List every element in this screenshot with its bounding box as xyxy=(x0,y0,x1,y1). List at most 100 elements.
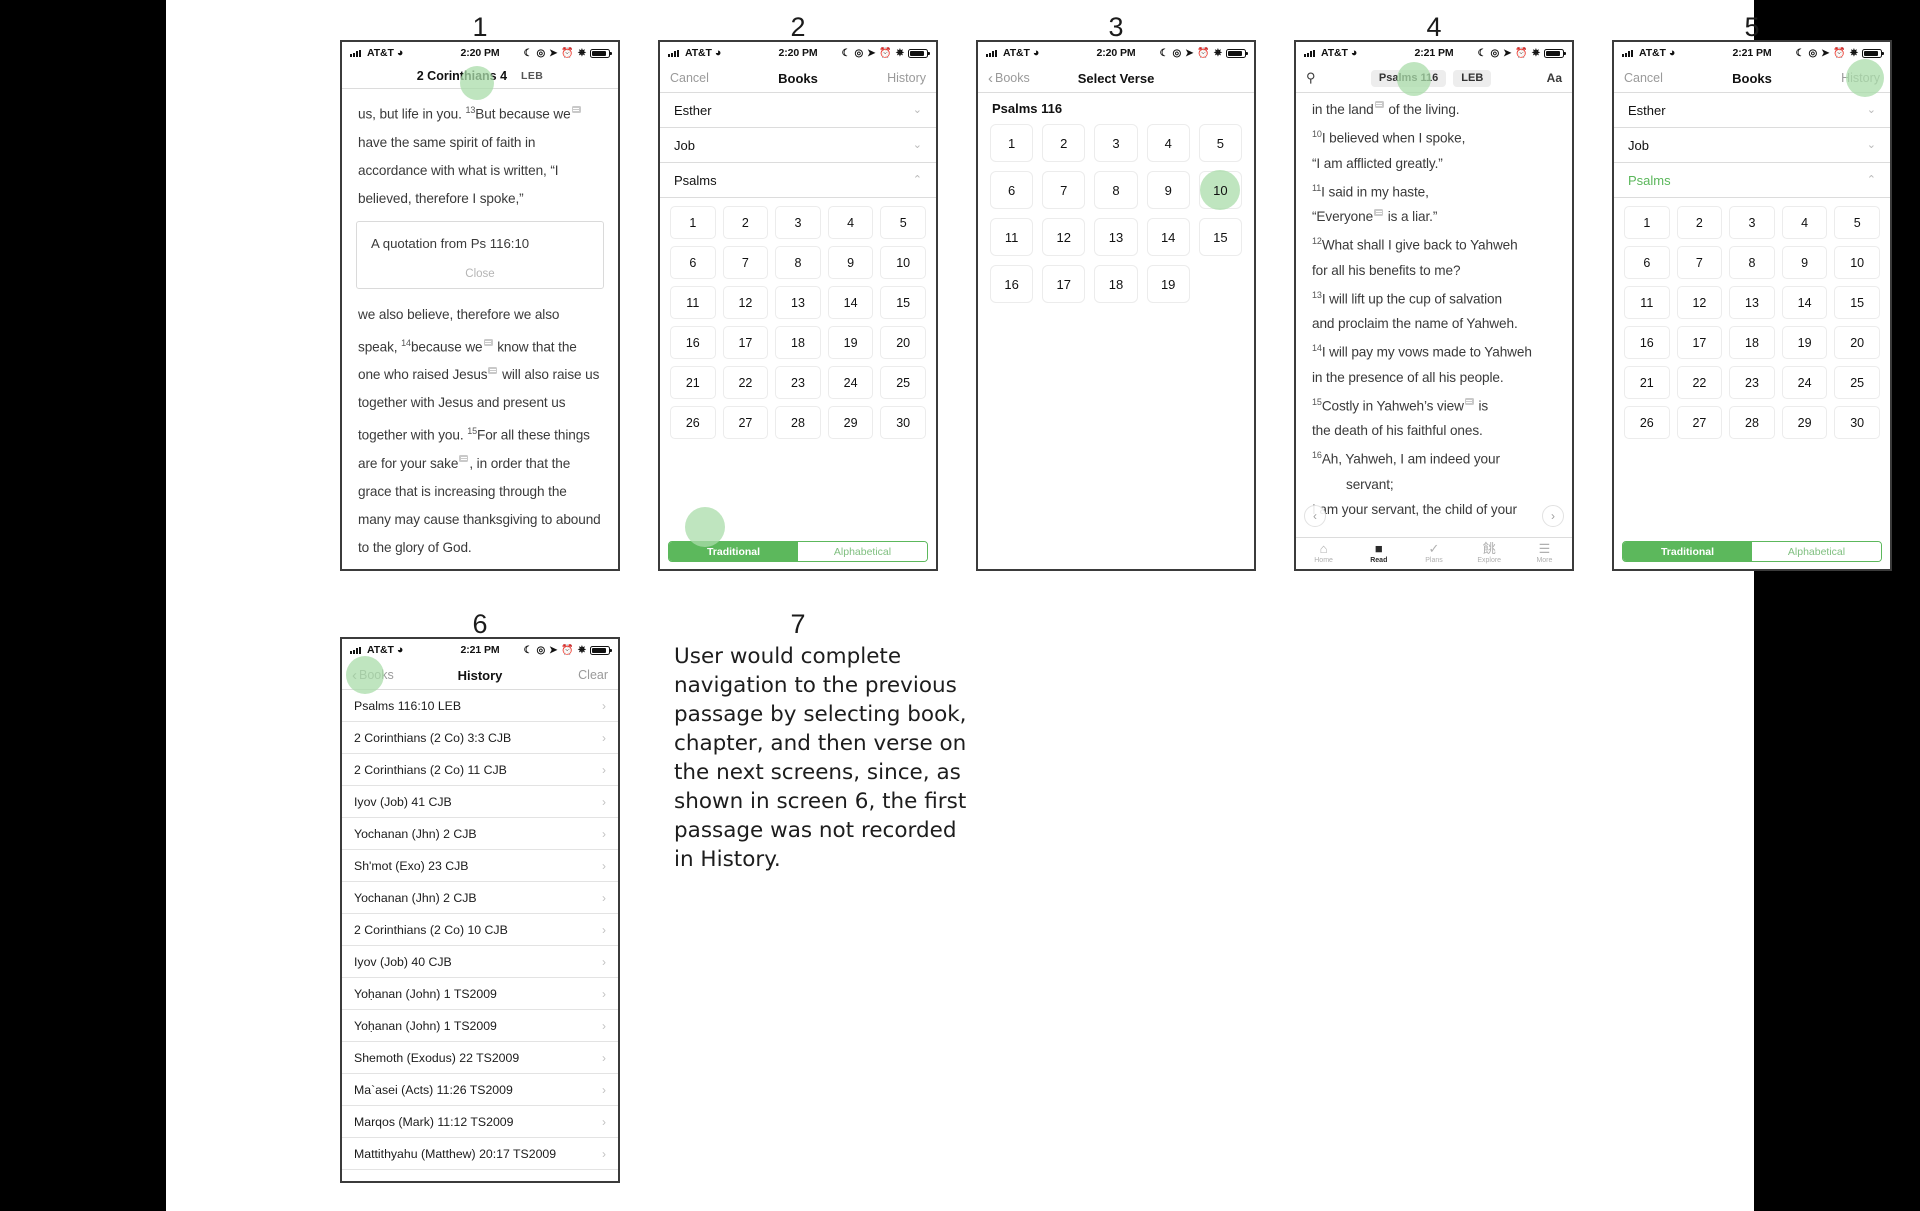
verse-cell[interactable]: 8 xyxy=(1094,171,1138,209)
verse-cell[interactable]: 18 xyxy=(1094,265,1138,303)
chapter-cell[interactable]: 17 xyxy=(722,326,769,359)
version-chip[interactable]: LEB xyxy=(1453,69,1492,87)
segment-alphabetical[interactable]: Alphabetical xyxy=(798,542,927,561)
footnote-icon[interactable] xyxy=(488,366,498,374)
chapter-cell[interactable]: 11 xyxy=(1624,286,1670,319)
chapter-cell[interactable]: 3 xyxy=(775,206,821,239)
book-row-esther[interactable]: Esther ⌄ xyxy=(1614,93,1890,127)
cancel-button[interactable]: Cancel xyxy=(670,71,778,85)
history-row[interactable]: Shemoth (Exodus) 22 TS2009 › xyxy=(342,1042,618,1074)
chapter-cell[interactable]: 22 xyxy=(722,366,769,399)
chapter-cell[interactable]: 18 xyxy=(1729,326,1775,359)
chapter-cell[interactable]: 22 xyxy=(1676,366,1723,399)
chapter-cell[interactable]: 7 xyxy=(1676,246,1723,279)
chapter-cell[interactable]: 2 xyxy=(1676,206,1723,239)
chapter-cell[interactable]: 1 xyxy=(670,206,716,239)
footnote-icon[interactable] xyxy=(483,338,493,346)
chapter-cell[interactable]: 28 xyxy=(775,406,821,439)
chapter-cell[interactable]: 24 xyxy=(1781,366,1828,399)
verse-cell[interactable]: 5 xyxy=(1198,124,1242,162)
chapter-cell[interactable]: 25 xyxy=(1834,366,1880,399)
previous-chapter-button[interactable]: ‹ xyxy=(1304,505,1326,527)
tab-more[interactable]: ☰ More xyxy=(1517,541,1572,565)
chapter-cell[interactable]: 25 xyxy=(880,366,926,399)
tab-read[interactable]: ■ Read xyxy=(1351,541,1406,565)
chapter-cell[interactable]: 15 xyxy=(1834,286,1880,319)
next-chapter-button[interactable]: › xyxy=(1542,505,1564,527)
book-row-job[interactable]: Job ⌄ xyxy=(660,128,936,162)
footnote-icon[interactable] xyxy=(1374,101,1384,109)
chapter-cell[interactable]: 10 xyxy=(880,246,926,279)
chapter-cell[interactable]: 28 xyxy=(1729,406,1775,439)
history-button[interactable]: History xyxy=(1772,71,1880,85)
book-row-job[interactable]: Job ⌄ xyxy=(1614,128,1890,162)
sort-segmented-control[interactable]: Traditional Alphabetical xyxy=(668,541,928,562)
chapter-cell[interactable]: 26 xyxy=(670,406,716,439)
history-row[interactable]: Ma`asei (Acts) 11:26 TS2009 › xyxy=(342,1074,618,1106)
chapter-cell[interactable]: 5 xyxy=(1834,206,1880,239)
history-row[interactable]: Yochanan (Jhn) 2 CJB › xyxy=(342,882,618,914)
history-row[interactable]: Iyov (Job) 41 CJB › xyxy=(342,786,618,818)
tab-plans[interactable]: ✓ Plans xyxy=(1406,541,1461,565)
footnote-icon[interactable] xyxy=(1374,208,1384,216)
verse-cell[interactable]: 12 xyxy=(1042,218,1086,256)
book-row-psalms[interactable]: Psalms ⌃ xyxy=(1614,163,1890,197)
reference-chip[interactable]: Psalms 116 xyxy=(1370,69,1447,87)
history-row[interactable]: 2 Corinthians (2 Co) 11 CJB › xyxy=(342,754,618,786)
verse-cell[interactable]: 11 xyxy=(990,218,1034,256)
history-row[interactable]: Sh'mot (Exo) 23 CJB › xyxy=(342,850,618,882)
history-row[interactable]: Mattithyahu (Matthew) 20:17 TS2009 › xyxy=(342,1138,618,1170)
chapter-cell[interactable]: 11 xyxy=(670,286,716,319)
text-size-button[interactable]: Aa xyxy=(1547,71,1562,85)
history-row[interactable]: Yoḥanan (John) 1 TS2009 › xyxy=(342,978,618,1010)
search-icon[interactable]: ⚲ xyxy=(1306,70,1316,86)
history-row[interactable]: 2 Corinthians (2 Co) 3:3 CJB › xyxy=(342,722,618,754)
chapter-cell[interactable]: 12 xyxy=(1676,286,1723,319)
reference-label[interactable]: 2 Corinthians 4 xyxy=(417,69,507,83)
chapter-cell[interactable]: 18 xyxy=(775,326,821,359)
chapter-cell[interactable]: 24 xyxy=(827,366,874,399)
chapter-cell[interactable]: 19 xyxy=(1781,326,1828,359)
history-row[interactable]: Iyov (Job) 40 CJB › xyxy=(342,946,618,978)
verse-cell[interactable]: 1 xyxy=(990,124,1034,162)
chapter-cell[interactable]: 2 xyxy=(722,206,769,239)
chapter-cell[interactable]: 7 xyxy=(722,246,769,279)
verse-cell[interactable]: 3 xyxy=(1094,124,1138,162)
verse-cell[interactable]: 4 xyxy=(1146,124,1190,162)
verse-cell[interactable]: 16 xyxy=(990,265,1034,303)
history-row[interactable]: Yoḥanan (John) 1 TS2009 › xyxy=(342,1010,618,1042)
clear-button[interactable]: Clear xyxy=(502,668,608,682)
chapter-cell[interactable]: 29 xyxy=(1781,406,1828,439)
chapter-cell[interactable]: 15 xyxy=(880,286,926,319)
sort-segmented-control[interactable]: Traditional Alphabetical xyxy=(1622,541,1882,562)
history-button[interactable]: History xyxy=(818,71,926,85)
book-row-psalms[interactable]: Psalms ⌃ xyxy=(660,163,936,197)
chapter-cell[interactable]: 13 xyxy=(1729,286,1775,319)
chapter-cell[interactable]: 20 xyxy=(1834,326,1880,359)
verse-cell[interactable]: 17 xyxy=(1042,265,1086,303)
book-row-esther[interactable]: Esther ⌄ xyxy=(660,93,936,127)
chapter-cell[interactable]: 21 xyxy=(1624,366,1670,399)
version-label[interactable]: LEB xyxy=(521,70,543,82)
chapter-cell[interactable]: 14 xyxy=(827,286,874,319)
segment-traditional[interactable]: Traditional xyxy=(669,542,798,561)
close-button[interactable]: Close xyxy=(371,268,589,280)
history-row[interactable]: Psalms 116:10 LEB › xyxy=(342,690,618,722)
verse-cell[interactable]: 7 xyxy=(1042,171,1086,209)
verse-cell[interactable]: 10 xyxy=(1198,170,1242,210)
chapter-cell[interactable]: 6 xyxy=(1624,246,1670,279)
verse-cell[interactable]: 6 xyxy=(990,171,1034,209)
verse-cell[interactable]: 2 xyxy=(1042,124,1086,162)
chapter-cell[interactable]: 16 xyxy=(1624,326,1670,359)
verse-cell[interactable]: 15 xyxy=(1198,218,1242,256)
chapter-cell[interactable]: 19 xyxy=(827,326,874,359)
back-to-books-button[interactable]: ‹ Books xyxy=(352,668,458,683)
footnote-icon[interactable] xyxy=(571,106,581,113)
segment-alphabetical[interactable]: Alphabetical xyxy=(1752,542,1881,561)
chapter-cell[interactable]: 17 xyxy=(1676,326,1723,359)
chapter-cell[interactable]: 16 xyxy=(670,326,716,359)
chapter-cell[interactable]: 27 xyxy=(1676,406,1723,439)
chapter-cell[interactable]: 8 xyxy=(775,246,821,279)
tab-explore[interactable]: 餆 Explore xyxy=(1462,541,1517,565)
chapter-cell[interactable]: 4 xyxy=(1781,206,1828,239)
